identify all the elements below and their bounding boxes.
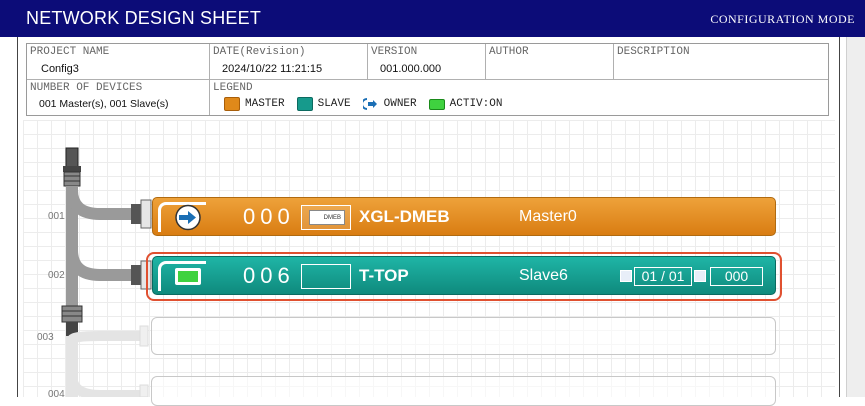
station-number: 000	[243, 204, 295, 229]
row-number: 003	[37, 332, 54, 343]
owner-arrow-icon	[175, 204, 201, 231]
module-icon-box: DMEB	[301, 205, 351, 230]
selection-highlight	[146, 252, 782, 301]
row-number: 001	[48, 211, 65, 222]
module-icon: DMEB	[309, 210, 345, 225]
row-number: 002	[48, 270, 65, 281]
empty-device-slot[interactable]	[151, 317, 776, 355]
row-number: 004	[48, 389, 65, 400]
empty-device-slot[interactable]	[151, 376, 776, 406]
device-name: XGL-DMEB	[359, 207, 450, 226]
device-label: Master0	[519, 208, 577, 225]
device-row-master[interactable]: 000 DMEB XGL-DMEB Master0	[152, 197, 776, 236]
